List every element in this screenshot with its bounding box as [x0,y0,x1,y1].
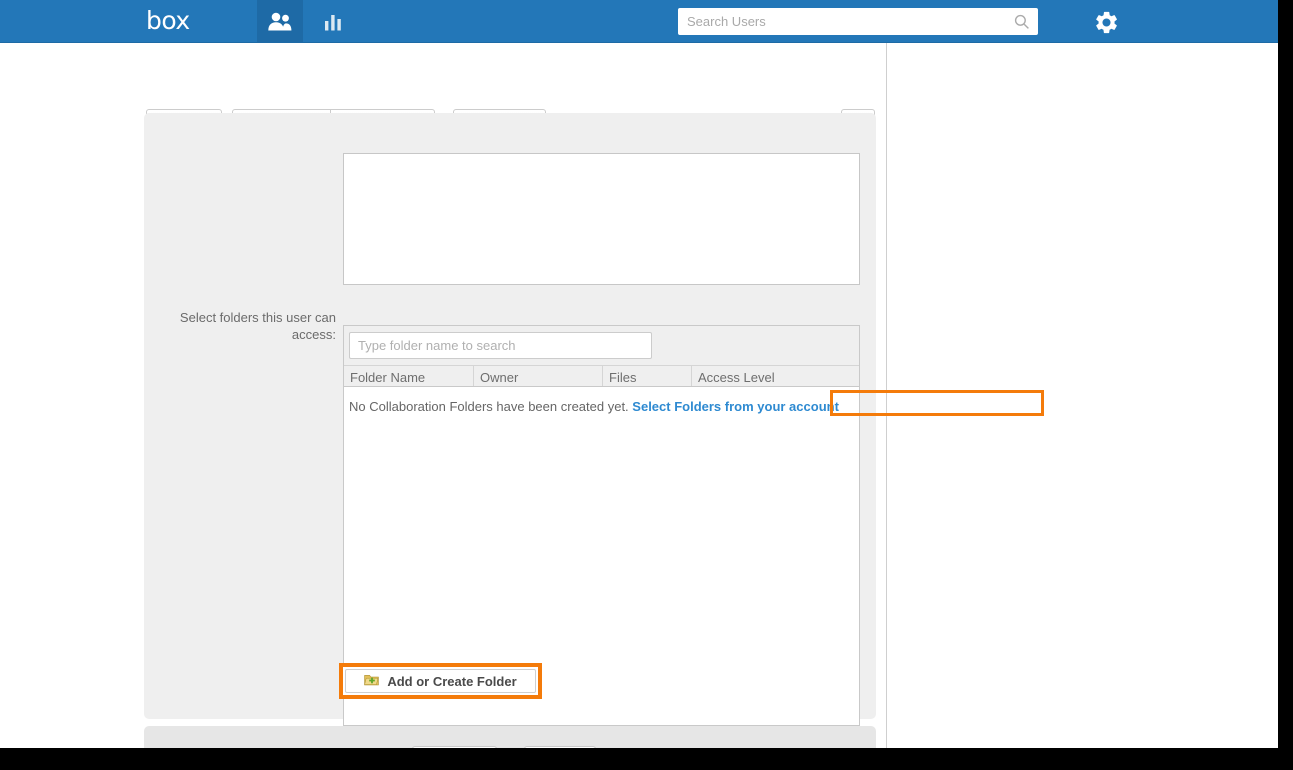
column-header-access-level: Access Level [698,370,775,385]
page-toolbar: Users Bulk Edit [0,43,886,139]
nav-reports-button[interactable] [310,0,355,43]
upper-white-box [343,153,860,285]
add-user-form-panel: Select folders this user can access: Fol… [144,113,1044,726]
column-header-owner: Owner [474,366,603,388]
nav-users-button[interactable] [257,0,303,43]
select-folders-label: Select folders this user can access: [179,310,336,342]
folder-table-header: Folder Name Owner Files Access Level [344,365,859,388]
folder-plus-icon [364,673,380,689]
search-users-box[interactable] [678,8,1038,35]
column-header-files: Files [603,366,692,388]
form-footer-panel: Add User Cancel [144,726,876,748]
annotation-box-select-folders-link [830,390,1044,416]
box-logo[interactable]: box [146,6,190,36]
gear-icon [1093,11,1120,40]
add-or-create-folder-label: Add or Create Folder [387,673,517,689]
settings-button[interactable] [1093,9,1120,36]
content-column: Users Bulk Edit [0,43,1044,748]
bar-chart-icon [323,12,343,32]
search-input[interactable] [679,9,1009,34]
add-user-button[interactable]: Add User [412,746,497,748]
add-or-create-folder-button[interactable]: Add or Create Folder [345,669,536,693]
select-folders-from-account-link[interactable]: Select Folders from your account [632,399,839,414]
column-header-folder-name: Folder Name [344,366,474,388]
folder-search-input[interactable] [349,332,652,359]
empty-state-message: No Collaboration Folders have been creat… [349,399,629,414]
folder-picker-header: Folder Name Owner Files Access Level [343,325,860,388]
users-icon [267,12,293,32]
search-icon [1014,14,1030,30]
cancel-button[interactable]: Cancel [524,746,596,748]
empty-state-row: No Collaboration Folders have been creat… [349,399,839,415]
app-header: box [0,0,1278,43]
browser-viewport: box Search Users Select folders this use… [0,0,1278,748]
